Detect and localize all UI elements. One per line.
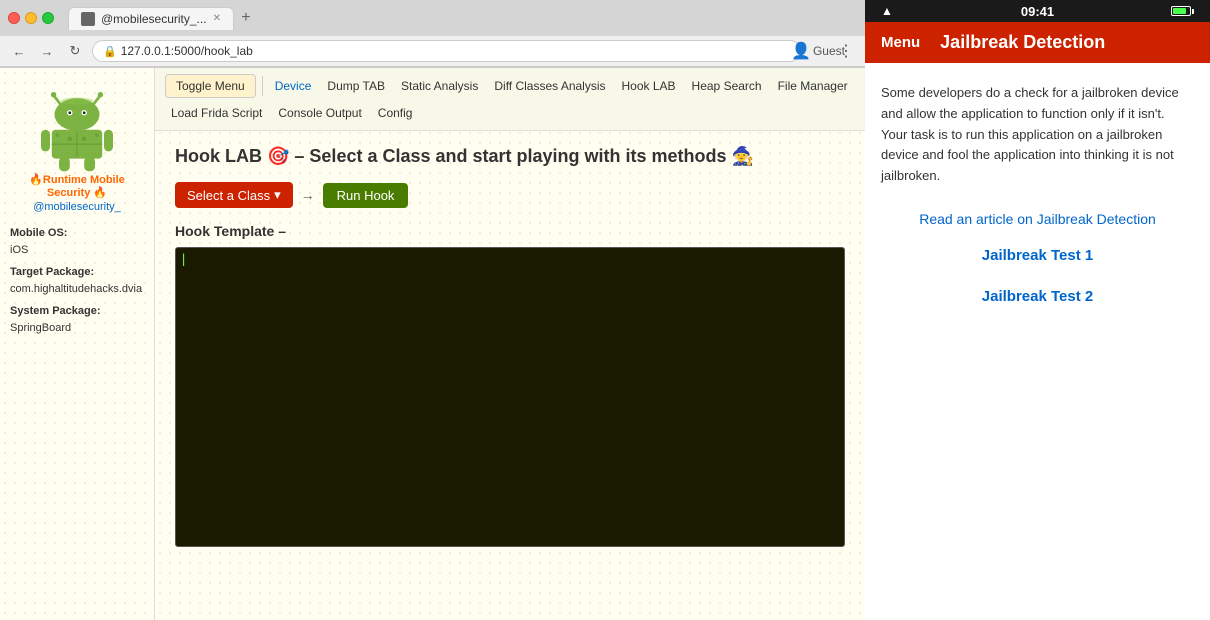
run-hook-button[interactable]: Run Hook [323, 183, 409, 208]
address-text: 127.0.0.1:5000/hook_lab [121, 44, 253, 58]
tab-favicon [81, 12, 95, 26]
mobile-os-label: Mobile OS: [10, 225, 144, 242]
traffic-lights [8, 12, 54, 24]
main-content: Toggle Menu Device Dump TAB Static Analy… [155, 68, 865, 620]
new-tab-button[interactable]: + [234, 6, 258, 30]
toggle-menu-button[interactable]: Toggle Menu [165, 74, 256, 98]
lock-icon: 🔒 [103, 45, 117, 58]
status-right [1171, 6, 1194, 16]
jailbreak-description: Some developers do a check for a jailbro… [881, 83, 1194, 187]
controls-row: Select a Class → Run Hook [175, 182, 845, 208]
wifi-icon: ▲ [881, 4, 893, 18]
nav-heap-search[interactable]: Heap Search [686, 75, 768, 97]
jailbreak-article-link[interactable]: Read an article on Jailbreak Detection [881, 211, 1194, 227]
tab-label: @mobilesecurity_... [101, 12, 207, 26]
battery-tip [1192, 9, 1194, 14]
status-time: 09:41 [1021, 4, 1054, 19]
nav-static-analysis[interactable]: Static Analysis [395, 75, 484, 97]
battery-icon [1171, 6, 1194, 16]
tab-close-icon[interactable]: ✕ [213, 13, 221, 24]
target-package-label: Target Package: [10, 264, 144, 281]
app-toolbar: Toggle Menu Device Dump TAB Static Analy… [155, 68, 865, 131]
nav-dump-tab[interactable]: Dump TAB [321, 75, 391, 97]
mobile-os-value: iOS [10, 242, 144, 259]
sidebar-handle: @mobilesecurity_ [33, 201, 121, 213]
tab-bar: @mobilesecurity_... ✕ + [68, 6, 857, 30]
jailbreak-test2-button[interactable]: Jailbreak Test 2 [881, 288, 1194, 305]
android-logo [32, 83, 122, 173]
nav-diff-classes[interactable]: Diff Classes Analysis [488, 75, 611, 97]
nav-hook-lab[interactable]: Hook LAB [616, 75, 682, 97]
back-button[interactable]: ← [8, 40, 30, 62]
device-panel: ▲ 09:41 Menu Jailbreak Detection Some de… [865, 0, 1210, 620]
system-package-label: System Package: [10, 303, 144, 320]
arrow-icon: → [301, 187, 315, 203]
toolbar-separator [262, 76, 263, 96]
battery-body [1171, 6, 1191, 16]
nav-load-frida[interactable]: Load Frida Script [165, 102, 268, 124]
nav-bar: ← → ↻ 🔒 127.0.0.1:5000/hook_lab 👤 Guest … [0, 36, 865, 67]
device-content: Some developers do a check for a jailbro… [865, 63, 1210, 620]
device-status-bar: ▲ 09:41 [865, 0, 1210, 22]
jailbreak-test1-button[interactable]: Jailbreak Test 1 [881, 247, 1194, 264]
address-bar[interactable]: 🔒 127.0.0.1:5000/hook_lab [92, 40, 801, 62]
more-options-button[interactable]: ⋮ [835, 40, 857, 62]
app-header: Menu Jailbreak Detection [865, 22, 1210, 63]
app-header-title: Jailbreak Detection [940, 32, 1105, 53]
hook-template-label: Hook Template – [175, 223, 845, 239]
sidebar-brand: 🔥Runtime Mobile Security 🔥 [10, 173, 144, 199]
page-area: Hook LAB 🎯 – Select a Class and start pl… [155, 131, 865, 620]
page-title: Hook LAB 🎯 – Select a Class and start pl… [175, 146, 845, 167]
nav-device[interactable]: Device [269, 75, 318, 97]
nav-file-manager[interactable]: File Manager [772, 75, 854, 97]
browser-tab[interactable]: @mobilesecurity_... ✕ [68, 7, 234, 30]
browser-menu-button[interactable]: 👤 Guest [807, 40, 829, 62]
select-class-button[interactable]: Select a Class [175, 182, 293, 208]
code-editor[interactable]: | [175, 247, 845, 547]
browser-chrome: @mobilesecurity_... ✕ + ← → ↻ 🔒 127.0.0.… [0, 0, 865, 68]
minimize-button[interactable] [25, 12, 37, 24]
status-left: ▲ [881, 4, 893, 18]
target-package-value: com.highaltitudehacks.dvia [10, 281, 144, 298]
sidebar: 🔥Runtime Mobile Security 🔥 @mobilesecuri… [0, 68, 155, 620]
sidebar-info: Mobile OS: iOS Target Package: com.higha… [10, 225, 144, 342]
nav-config[interactable]: Config [372, 102, 419, 124]
app-menu-button[interactable]: Menu [881, 34, 920, 51]
system-package-value: SpringBoard [10, 320, 144, 337]
title-bar: @mobilesecurity_... ✕ + [0, 0, 865, 36]
reload-button[interactable]: ↻ [64, 40, 86, 62]
battery-fill [1173, 8, 1186, 14]
user-icon: 👤 [791, 41, 811, 61]
nav-console-output[interactable]: Console Output [272, 102, 367, 124]
browser-panel: @mobilesecurity_... ✕ + ← → ↻ 🔒 127.0.0.… [0, 0, 865, 620]
browser-content: 🔥Runtime Mobile Security 🔥 @mobilesecuri… [0, 68, 865, 620]
close-button[interactable] [8, 12, 20, 24]
forward-button[interactable]: → [36, 40, 58, 62]
maximize-button[interactable] [42, 12, 54, 24]
